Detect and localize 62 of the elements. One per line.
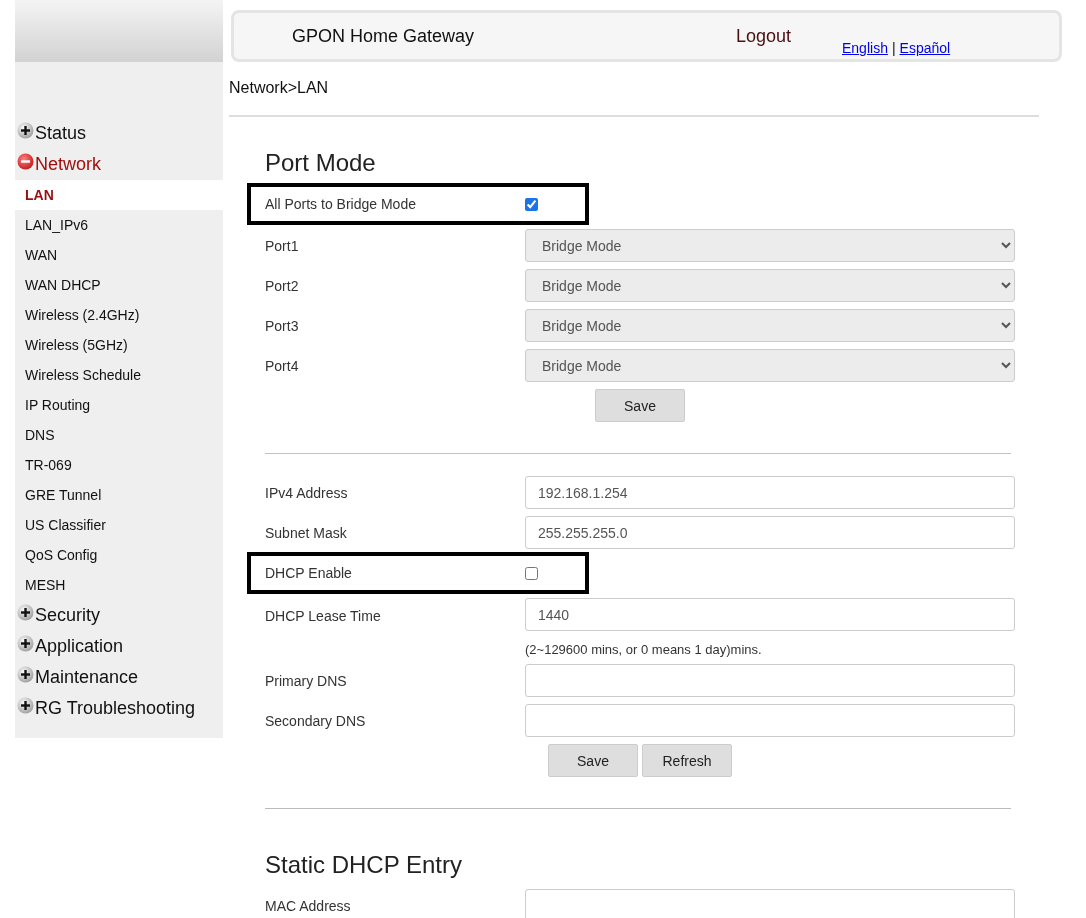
input-field[interactable] <box>525 664 1015 697</box>
dropdown[interactable]: Bridge Mode <box>525 229 1015 262</box>
input-field[interactable]: 255.255.255.0 <box>525 516 1015 549</box>
field-label: Port1 <box>265 237 300 254</box>
app-title: GPON Home Gateway <box>292 25 476 47</box>
menu-item[interactable]: LAN <box>15 180 223 210</box>
menu-item[interactable]: Wireless (5GHz) <box>15 330 223 360</box>
checkbox[interactable] <box>525 566 538 580</box>
menu-category[interactable]: Status <box>35 123 87 144</box>
form-button[interactable]: Refresh <box>642 744 732 777</box>
field-label: Port2 <box>265 277 300 294</box>
field-label: All Ports to Bridge Mode <box>265 196 417 212</box>
form-button[interactable]: Save <box>548 744 638 777</box>
menu-category[interactable]: RG Troubleshooting <box>35 698 196 719</box>
breadcrumb: Network>LAN <box>229 79 330 98</box>
expand-icon[interactable] <box>17 697 34 714</box>
field-label: MAC Address <box>265 897 352 914</box>
menu-item[interactable]: DNS <box>15 420 223 450</box>
field-label: DHCP Enable <box>265 565 353 581</box>
menu-item[interactable]: TR-069 <box>15 450 223 480</box>
expand-icon[interactable] <box>17 666 34 683</box>
menu-item[interactable]: Wireless (2.4GHz) <box>15 300 223 330</box>
input-field[interactable]: 1440 <box>525 598 1015 631</box>
menu-item[interactable]: MESH <box>15 570 223 600</box>
menu-item[interactable]: LAN_IPv6 <box>15 210 223 240</box>
dropdown[interactable]: Bridge Mode <box>525 309 1015 342</box>
menu-item[interactable]: IP Routing <box>15 390 223 420</box>
dropdown[interactable]: Bridge Mode <box>525 269 1015 302</box>
logout-link[interactable]: Logout <box>736 25 792 47</box>
input-field[interactable]: 192.168.1.254 <box>525 476 1015 509</box>
input-field[interactable] <box>525 889 1015 918</box>
checkbox[interactable] <box>525 197 538 211</box>
dropdown[interactable]: Bridge Mode <box>525 349 1015 382</box>
form-button[interactable]: Save <box>595 389 685 422</box>
menu-item[interactable]: US Classifier <box>15 510 223 540</box>
menu-item[interactable]: GRE Tunnel <box>15 480 223 510</box>
menu-category[interactable]: Application <box>35 636 124 657</box>
field-label: DHCP Lease Time <box>265 607 382 624</box>
field-label: Secondary DNS <box>265 712 367 729</box>
expand-icon[interactable] <box>17 122 34 139</box>
expand-icon[interactable] <box>17 604 34 621</box>
menu-category[interactable]: Security <box>35 605 101 626</box>
separator-text: | <box>891 40 896 56</box>
collapse-icon[interactable] <box>17 153 34 170</box>
menu-category[interactable]: Maintenance <box>35 667 139 688</box>
language-link[interactable]: English <box>842 40 888 56</box>
field-label: Port4 <box>265 357 300 374</box>
expand-icon[interactable] <box>17 635 34 652</box>
section-title: Port Mode <box>265 148 377 178</box>
menu-item[interactable]: WAN <box>15 240 223 270</box>
input-field[interactable] <box>525 704 1015 737</box>
menu-item[interactable]: QoS Config <box>15 540 223 570</box>
field-label: IPv4 Address <box>265 484 349 501</box>
field-label: Subnet Mask <box>265 524 348 541</box>
hint-text: (2~129600 mins, or 0 means 1 day)mins. <box>525 642 763 657</box>
language-link[interactable]: Español <box>899 40 951 56</box>
menu-item[interactable]: WAN DHCP <box>15 270 223 300</box>
field-label: Port3 <box>265 317 300 334</box>
field-label: Primary DNS <box>265 672 348 689</box>
section-title: Static DHCP Entry <box>265 850 463 880</box>
menu-category[interactable]: Network <box>35 154 101 175</box>
menu-item[interactable]: Wireless Schedule <box>15 360 223 390</box>
